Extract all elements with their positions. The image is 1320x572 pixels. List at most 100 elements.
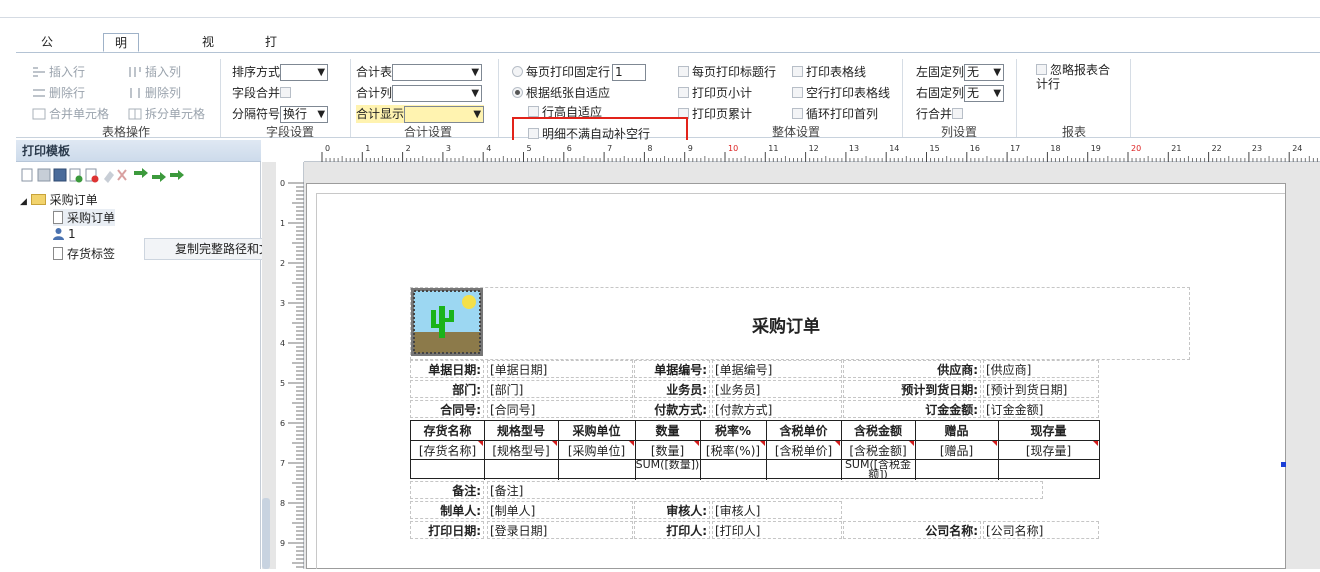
merge-cells-button[interactable]: 合并单元格 [32, 105, 109, 122]
header-value[interactable]: [单据日期] [487, 360, 633, 378]
svg-text:21: 21 [1171, 144, 1181, 153]
table-cell[interactable]: [税率(%)] [700, 442, 766, 459]
table-header-cell[interactable]: 规格型号 [484, 422, 558, 439]
field-merge-checkbox[interactable] [280, 87, 292, 98]
header-label[interactable]: 付款方式: [634, 400, 710, 418]
tree-item[interactable]: 存货标签 [53, 245, 115, 262]
fit-paper-radio[interactable] [512, 87, 523, 98]
separator-select[interactable]: 换行 ▼ [280, 106, 329, 123]
table-cell[interactable]: [存货名称] [411, 442, 484, 459]
row-height-fit-checkbox[interactable] [528, 106, 539, 117]
table-sum-cell[interactable]: SUM([数量]) [635, 460, 700, 479]
insert-col-button[interactable]: 插入列 [128, 63, 181, 80]
header-value[interactable]: [付款方式] [712, 400, 842, 418]
title-row-checkbox[interactable] [678, 66, 689, 77]
header-value[interactable]: [部门] [487, 380, 633, 398]
delete-col-button[interactable]: 删除列 [128, 84, 181, 101]
svg-text:19: 19 [1091, 144, 1101, 153]
insert-row-button[interactable]: 插入行 [32, 63, 85, 80]
fixed-rows-input[interactable]: 1 [612, 64, 647, 81]
scrollbar[interactable] [262, 498, 270, 569]
left-fixed-select[interactable]: 无 ▼ [964, 64, 1005, 81]
tree-item[interactable]: 采购订单 [53, 209, 116, 226]
table-cell[interactable]: [数量] [635, 442, 700, 459]
report-logo[interactable] [411, 288, 483, 356]
table-header-cell[interactable]: 采购单位 [558, 422, 635, 439]
footer-label[interactable]: 打印日期: [410, 521, 484, 539]
table-header-cell[interactable]: 存货名称 [411, 422, 484, 439]
footer-value[interactable]: [登录日期] [487, 521, 633, 539]
right-fixed-select[interactable]: 无 ▼ [964, 85, 1005, 102]
detail-table: 存货名称 规格型号 采购单位 数量 税率% 含税单价 含税金额 赠品 现存量 [存货名称] [规格型… [410, 420, 1100, 480]
table-cell[interactable]: [含税单价] [766, 442, 841, 459]
svg-text:16: 16 [970, 144, 980, 153]
loop-first-col-checkbox[interactable] [792, 108, 803, 119]
tree-root[interactable]: ◢ 采购订单 [20, 191, 98, 208]
footer-value[interactable]: [公司名称] [983, 521, 1099, 539]
fixed-rows-radio[interactable] [512, 66, 523, 77]
header-value[interactable]: [单据编号] [712, 360, 842, 378]
footer-value[interactable]: [审核人] [712, 501, 842, 519]
table-header-cell[interactable]: 赠品 [915, 422, 998, 439]
svg-text:1: 1 [365, 144, 370, 153]
cactus-logo-icon [413, 290, 481, 354]
header-label[interactable]: 合同号: [410, 400, 484, 418]
header-value[interactable]: [供应商] [983, 360, 1099, 378]
tab-common[interactable]: 公共操作 [32, 33, 62, 103]
split-cells-button[interactable]: 拆分单元格 [128, 105, 205, 122]
table-cell[interactable]: [现存量] [998, 442, 1099, 459]
footer-label[interactable]: 制单人: [410, 501, 484, 519]
header-value[interactable]: [预计到货日期] [983, 380, 1099, 398]
header-label[interactable]: 供应商: [843, 360, 981, 378]
footer-label[interactable]: 打印人: [634, 521, 710, 539]
header-value[interactable]: [订金金额] [983, 400, 1099, 418]
header-value[interactable]: [业务员] [712, 380, 842, 398]
tab-view[interactable]: 视图 [193, 33, 223, 67]
table-header-cell[interactable]: 含税金额 [841, 422, 915, 439]
header-label[interactable]: 业务员: [634, 380, 710, 398]
footer-label[interactable]: 审核人: [634, 501, 710, 519]
footer-label[interactable]: 公司名称: [843, 521, 981, 539]
ignore-total-row: 忽略报表合计行 [1036, 63, 1111, 91]
header-value[interactable]: [合同号] [487, 400, 633, 418]
table-cell[interactable]: [采购单位] [558, 442, 635, 459]
table-header-cell[interactable]: 现存量 [998, 422, 1099, 439]
tab-detail-settings[interactable]: 明细设置 [103, 33, 140, 104]
row-merge-checkbox[interactable] [952, 108, 964, 119]
print-gridlines-checkbox[interactable] [792, 66, 803, 77]
footer-value[interactable]: [打印人] [712, 521, 842, 539]
header-label[interactable]: 单据编号: [634, 360, 710, 378]
svg-text:23: 23 [1252, 144, 1262, 153]
footer-label[interactable]: 备注: [410, 481, 484, 499]
page-subtotal-checkbox[interactable] [678, 87, 689, 98]
ignore-total-checkbox[interactable] [1036, 64, 1047, 75]
resize-handle[interactable] [1281, 462, 1286, 467]
tree-item[interactable]: 1 [53, 227, 76, 241]
split-cells-icon [128, 108, 142, 120]
table-cell[interactable]: [规格型号] [484, 442, 558, 459]
svg-text:18: 18 [1050, 144, 1060, 153]
table-header-cell[interactable]: 数量 [635, 422, 700, 439]
delete-row-button[interactable]: 删除行 [32, 84, 85, 101]
footer-value[interactable]: [制单人] [487, 501, 633, 519]
header-label[interactable]: 部门: [410, 380, 484, 398]
header-label[interactable]: 预计到货日期: [843, 380, 981, 398]
blank-gridlines-checkbox[interactable] [792, 87, 803, 98]
separator [498, 59, 499, 137]
sort-mode-row: 排序方式 ▼ [232, 63, 329, 81]
header-label[interactable]: 单据日期: [410, 360, 484, 378]
table-cell[interactable]: [赠品] [915, 442, 998, 459]
table-header-cell[interactable]: 税率% [700, 422, 766, 439]
table-sum-cell[interactable]: SUM([含税金额]) [841, 460, 915, 479]
sort-mode-select[interactable]: ▼ [280, 64, 329, 81]
total-col-select[interactable]: ▼ [392, 85, 483, 102]
table-cell[interactable]: [含税金额] [841, 442, 915, 459]
total-display-select[interactable]: ▼ [404, 106, 485, 123]
table-header-cell[interactable]: 含税单价 [766, 422, 841, 439]
report-title[interactable]: 采购订单 [752, 312, 820, 337]
header-label[interactable]: 订金金额: [843, 400, 981, 418]
total-table-select[interactable]: ▼ [392, 64, 483, 81]
tab-print-settings[interactable]: 打印设置 [256, 33, 286, 103]
footer-value[interactable]: [备注] [487, 481, 1043, 499]
row-merge-row: 行合并 [916, 105, 966, 122]
